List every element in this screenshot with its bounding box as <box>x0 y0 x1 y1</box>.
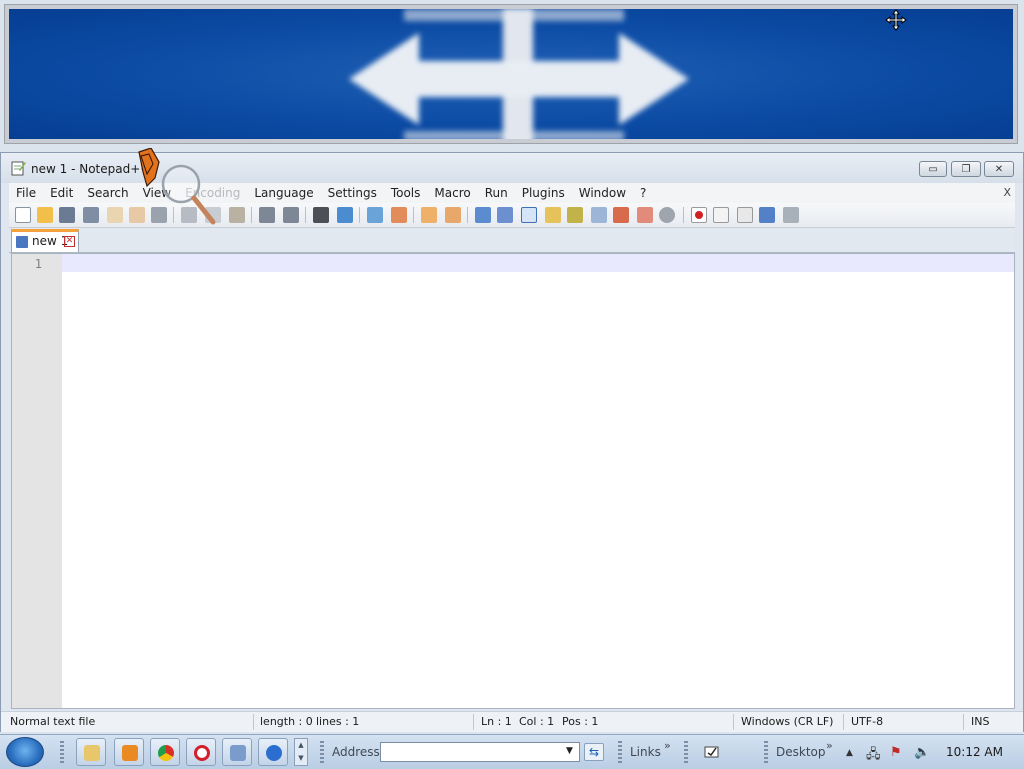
app-icon <box>266 745 282 761</box>
menu-run[interactable]: Run <box>478 183 515 203</box>
run-multiple-macro-icon[interactable] <box>759 207 775 223</box>
doc-map-icon[interactable] <box>545 207 561 223</box>
menu-settings[interactable]: Settings <box>321 183 384 203</box>
paste-icon[interactable] <box>229 207 245 223</box>
taskbar-chrome[interactable] <box>150 738 180 766</box>
status-bar: Normal text file length : 0 lines : 1 Ln… <box>1 711 1023 732</box>
move-cursor-icon <box>885 9 907 31</box>
editor-area[interactable]: 1 <box>11 253 1015 709</box>
sync-h-icon[interactable] <box>445 207 461 223</box>
chrome-icon <box>158 745 174 761</box>
magnifier-view <box>9 9 1013 139</box>
new-file-icon[interactable] <box>15 207 31 223</box>
window-title: new 1 - Notepad++ <box>31 162 151 176</box>
status-eol[interactable]: Windows (CR LF) <box>741 715 833 728</box>
status-ln: Ln : 1 <box>481 715 512 728</box>
magnifier-window <box>4 4 1018 144</box>
volume-icon[interactable]: 🔈 <box>914 745 930 760</box>
taskbar-explorer[interactable] <box>76 738 106 766</box>
monitoring-icon[interactable] <box>613 207 629 223</box>
close-icon[interactable] <box>107 207 123 223</box>
media-player-icon <box>122 745 138 761</box>
line-number: 1 <box>34 257 42 271</box>
save-all-icon[interactable] <box>83 207 99 223</box>
menu-search[interactable]: Search <box>80 183 135 203</box>
misc-2-icon[interactable] <box>659 207 675 223</box>
security-flag-icon[interactable]: ⚑ <box>890 745 902 760</box>
status-pos: Pos : 1 <box>562 715 599 728</box>
menu-edit[interactable]: Edit <box>43 183 80 203</box>
find-icon[interactable] <box>313 207 329 223</box>
undo-icon[interactable] <box>259 207 275 223</box>
status-col: Col : 1 <box>519 715 555 728</box>
close-document-x[interactable]: X <box>1003 183 1011 203</box>
address-input[interactable] <box>380 742 580 762</box>
status-length: length : 0 <box>260 715 313 728</box>
save-macro-icon[interactable] <box>783 207 799 223</box>
taskbar-media-player[interactable] <box>114 738 144 766</box>
taskbar-opera[interactable] <box>186 738 216 766</box>
tab-new-1[interactable]: new 1 ✕ <box>11 229 79 252</box>
menu-tools[interactable]: Tools <box>384 183 428 203</box>
redo-icon[interactable] <box>283 207 299 223</box>
taskbar-app-blue[interactable] <box>258 738 288 766</box>
menu-help[interactable]: ? <box>633 183 653 203</box>
folder-icon <box>84 745 100 761</box>
notepad-app-icon <box>11 161 26 176</box>
record-macro-icon[interactable] <box>691 207 707 223</box>
taskbar-scroll-arrows[interactable]: ▲ ▼ <box>294 738 308 766</box>
taskbar: ▲ ▼ Address ▼ ⇆ Links » Desktop » ▲ 🖧 ⚑ 🔈… <box>0 734 1024 769</box>
zoom-out-icon[interactable] <box>391 207 407 223</box>
line-number-gutter: 1 <box>12 254 62 708</box>
start-button[interactable] <box>6 737 44 767</box>
taskbar-network-app[interactable] <box>222 738 252 766</box>
indent-guide-icon[interactable] <box>521 207 537 223</box>
tab-label: new 1 <box>32 234 69 248</box>
notepadpp-window: new 1 - Notepad++ ▭ ❐ ✕ File Edit Search… <box>0 152 1024 732</box>
status-insert-mode: INS <box>971 715 990 728</box>
menu-macro[interactable]: Macro <box>427 183 477 203</box>
menu-file[interactable]: File <box>9 183 43 203</box>
go-arrow-icon[interactable]: ⇆ <box>584 743 604 761</box>
menu-language[interactable]: Language <box>247 183 320 203</box>
links-chevron-icon[interactable]: » <box>664 739 671 752</box>
maximize-button[interactable]: ❐ <box>951 161 981 177</box>
status-file-type: Normal text file <box>10 715 96 728</box>
opera-icon <box>194 745 210 761</box>
open-file-icon[interactable] <box>37 207 53 223</box>
zoom-in-icon[interactable] <box>367 207 383 223</box>
minimize-button[interactable]: ▭ <box>919 161 947 177</box>
saved-state-icon <box>16 236 28 248</box>
tab-bar: new 1 ✕ <box>9 228 1015 253</box>
status-lines: lines : 1 <box>316 715 360 728</box>
function-list-icon[interactable] <box>567 207 583 223</box>
menu-window[interactable]: Window <box>572 183 633 203</box>
status-encoding[interactable]: UTF-8 <box>851 715 883 728</box>
save-icon[interactable] <box>59 207 75 223</box>
address-label: Address <box>332 745 380 759</box>
close-button[interactable]: ✕ <box>984 161 1014 177</box>
magnifier-lens-cursor-icon <box>138 148 216 225</box>
menu-plugins[interactable]: Plugins <box>515 183 572 203</box>
magnified-resize-arrow-icon <box>349 33 689 125</box>
links-toolbar-label[interactable]: Links <box>630 745 661 759</box>
play-macro-icon[interactable] <box>737 207 753 223</box>
show-desktop-icon[interactable] <box>704 744 720 760</box>
show-all-chars-icon[interactable] <box>497 207 513 223</box>
desktop-chevron-icon[interactable]: » <box>826 739 833 752</box>
tray-expand-icon[interactable]: ▲ <box>846 748 853 758</box>
replace-icon[interactable] <box>337 207 353 223</box>
current-line-highlight <box>62 254 1014 272</box>
tab-close-icon[interactable]: ✕ <box>64 236 75 247</box>
word-wrap-icon[interactable] <box>475 207 491 223</box>
folder-as-workspace-icon[interactable] <box>591 207 607 223</box>
misc-icon[interactable] <box>637 207 653 223</box>
taskbar-clock[interactable]: 10:12 AM <box>946 745 1003 759</box>
sync-v-icon[interactable] <box>421 207 437 223</box>
network-icon <box>230 745 246 761</box>
network-tray-icon[interactable]: 🖧 <box>866 745 881 767</box>
desktop-toolbar-label[interactable]: Desktop <box>776 745 826 759</box>
chevron-down-icon[interactable]: ▼ <box>566 746 573 756</box>
stop-macro-icon[interactable] <box>713 207 729 223</box>
